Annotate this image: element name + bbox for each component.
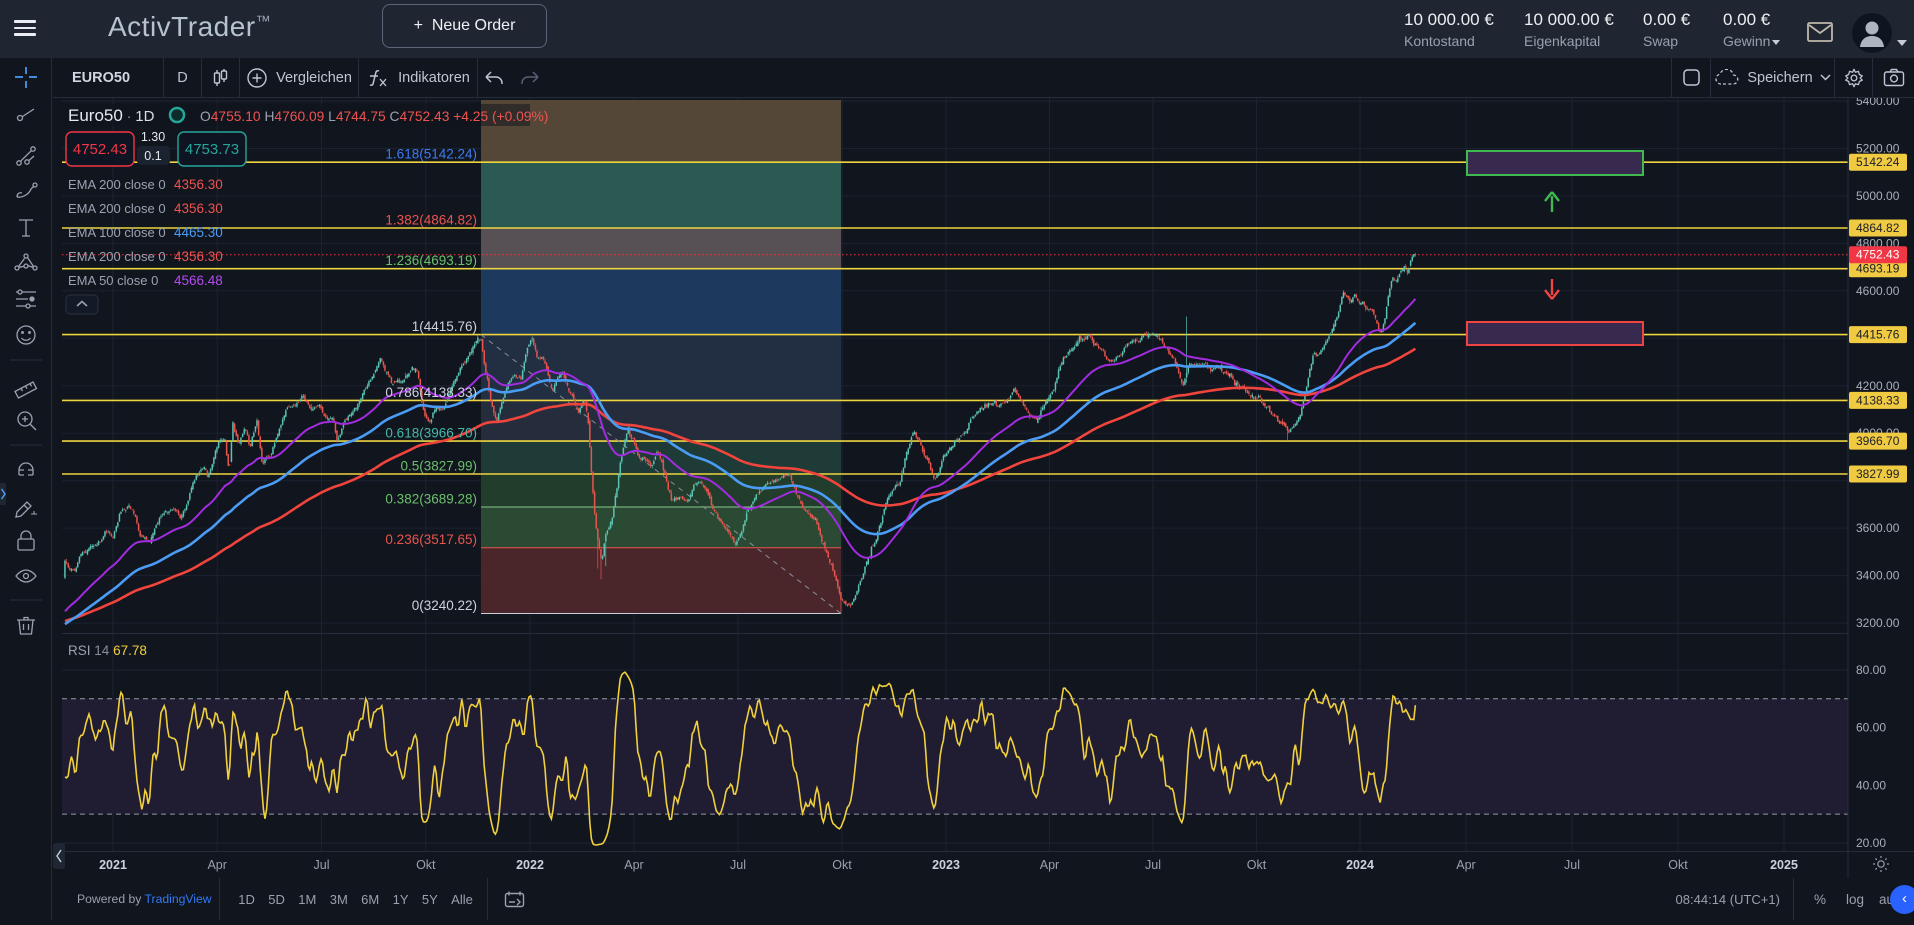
svg-text:0.5(3827.99): 0.5(3827.99) bbox=[400, 459, 477, 474]
svg-text:Apr: Apr bbox=[207, 858, 226, 872]
svg-text:2025: 2025 bbox=[1770, 858, 1798, 872]
svg-text:1.382(4864.82): 1.382(4864.82) bbox=[385, 213, 477, 228]
svg-text:Euro50 · 1D: Euro50 · 1D bbox=[68, 106, 155, 125]
svg-text:Okt: Okt bbox=[832, 858, 852, 872]
svg-text:4465.30: 4465.30 bbox=[174, 225, 223, 240]
svg-text:4415.76: 4415.76 bbox=[1856, 328, 1900, 342]
svg-text:4753.73: 4753.73 bbox=[185, 141, 239, 158]
svg-text:Apr: Apr bbox=[1456, 858, 1475, 872]
svg-text:4864.82: 4864.82 bbox=[1856, 221, 1900, 235]
svg-text:5000.00: 5000.00 bbox=[1856, 189, 1900, 203]
svg-text:2021: 2021 bbox=[99, 858, 127, 872]
svg-text:4138.33: 4138.33 bbox=[1856, 393, 1900, 407]
svg-text:4752.43: 4752.43 bbox=[73, 141, 127, 158]
svg-text:3827.99: 3827.99 bbox=[1856, 467, 1900, 481]
svg-text:Apr: Apr bbox=[624, 858, 643, 872]
svg-text:EMA 200 close 0: EMA 200 close 0 bbox=[68, 249, 166, 264]
svg-text:0.236(3517.65): 0.236(3517.65) bbox=[385, 532, 477, 547]
svg-text:RSI 14 67.78: RSI 14 67.78 bbox=[68, 643, 147, 658]
svg-text:Jul: Jul bbox=[314, 858, 330, 872]
svg-text:4693.19: 4693.19 bbox=[1856, 262, 1900, 276]
svg-text:EMA 200 close 0: EMA 200 close 0 bbox=[68, 201, 166, 216]
svg-text:2022: 2022 bbox=[516, 858, 544, 872]
svg-text:1.30: 1.30 bbox=[141, 130, 165, 144]
svg-text:1.618(5142.24): 1.618(5142.24) bbox=[385, 147, 477, 162]
svg-text:1.236(4693.19): 1.236(4693.19) bbox=[385, 253, 477, 268]
svg-text:Okt: Okt bbox=[416, 858, 436, 872]
svg-text:2024: 2024 bbox=[1346, 858, 1374, 872]
svg-text:0.382(3689.28): 0.382(3689.28) bbox=[385, 492, 477, 507]
svg-text:3200.00: 3200.00 bbox=[1856, 616, 1900, 630]
svg-text:60.00: 60.00 bbox=[1856, 721, 1886, 735]
svg-text:4356.30: 4356.30 bbox=[174, 201, 223, 216]
svg-text:Jul: Jul bbox=[730, 858, 746, 872]
svg-text:0(3240.22): 0(3240.22) bbox=[412, 598, 477, 613]
svg-text:4200.00: 4200.00 bbox=[1856, 379, 1900, 393]
svg-text:1(4415.76): 1(4415.76) bbox=[412, 319, 477, 334]
svg-text:4600.00: 4600.00 bbox=[1856, 284, 1900, 298]
svg-text:4356.30: 4356.30 bbox=[174, 249, 223, 264]
svg-text:0.618(3966.70): 0.618(3966.70) bbox=[385, 426, 477, 441]
svg-text:3400.00: 3400.00 bbox=[1856, 569, 1900, 583]
svg-text:Okt: Okt bbox=[1668, 858, 1688, 872]
svg-text:EMA 50 close 0: EMA 50 close 0 bbox=[68, 273, 158, 288]
svg-text:Jul: Jul bbox=[1564, 858, 1580, 872]
svg-text:80.00: 80.00 bbox=[1856, 663, 1886, 677]
svg-text:5400.00: 5400.00 bbox=[1856, 98, 1900, 108]
svg-text:4566.48: 4566.48 bbox=[174, 273, 223, 288]
svg-text:4356.30: 4356.30 bbox=[174, 177, 223, 192]
svg-text:Okt: Okt bbox=[1247, 858, 1267, 872]
svg-text:EMA 100 close 0: EMA 100 close 0 bbox=[68, 225, 166, 240]
svg-text:0.786(4138.33): 0.786(4138.33) bbox=[385, 385, 477, 400]
svg-text:20.00: 20.00 bbox=[1856, 836, 1886, 850]
svg-text:40.00: 40.00 bbox=[1856, 778, 1886, 792]
svg-text:2023: 2023 bbox=[932, 858, 960, 872]
svg-text:Jul: Jul bbox=[1145, 858, 1161, 872]
svg-text:3600.00: 3600.00 bbox=[1856, 521, 1900, 535]
svg-text:3966.70: 3966.70 bbox=[1856, 434, 1900, 448]
svg-text:5142.24: 5142.24 bbox=[1856, 155, 1900, 169]
svg-text:O4755.10 H4760.09 L4744.75 C47: O4755.10 H4760.09 L4744.75 C4752.43 +4.2… bbox=[200, 109, 548, 124]
svg-text:0.1: 0.1 bbox=[144, 149, 161, 163]
svg-text:5200.00: 5200.00 bbox=[1856, 142, 1900, 156]
svg-text:4752.43: 4752.43 bbox=[1856, 248, 1900, 262]
svg-text:EMA 200 close 0: EMA 200 close 0 bbox=[68, 177, 166, 192]
svg-text:Apr: Apr bbox=[1040, 858, 1059, 872]
